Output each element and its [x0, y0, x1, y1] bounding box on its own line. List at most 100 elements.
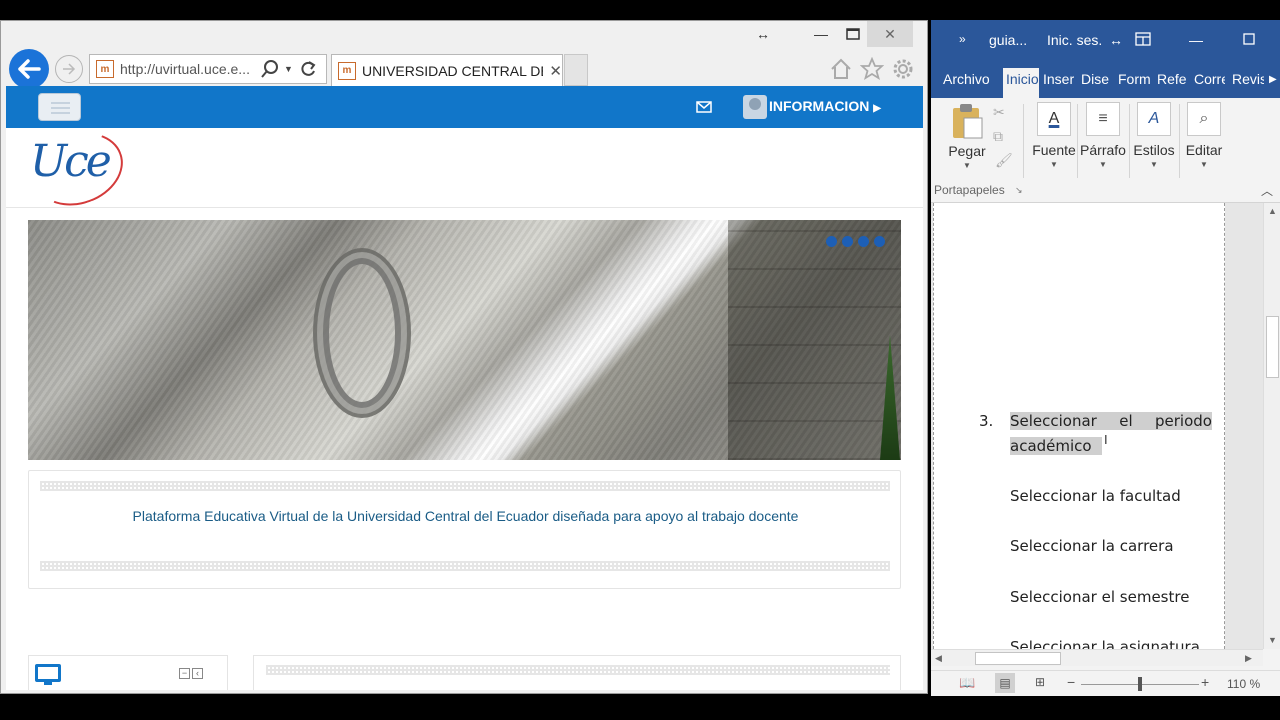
zoom-slider-thumb[interactable]	[1138, 677, 1142, 691]
carousel-dots[interactable]	[826, 236, 885, 247]
zoom-out-button[interactable]: −	[1067, 674, 1075, 690]
styles-label: Estilos	[1133, 142, 1175, 158]
dialog-launcher-icon[interactable]: ↘	[1015, 185, 1023, 196]
mail-icon[interactable]	[696, 100, 712, 116]
platform-tagline: Plataforma Educativa Virtual de la Unive…	[132, 508, 799, 524]
scroll-right-icon[interactable]: ▶	[1245, 653, 1252, 664]
print-layout-icon[interactable]: ▤	[995, 673, 1015, 693]
selected-text-line[interactable]: Seleccionar el periodo	[1010, 412, 1212, 430]
main-block	[253, 655, 901, 690]
hamburger-menu-button[interactable]	[38, 93, 81, 121]
address-bar[interactable]: m http://uvirtual.uce.e... ▼	[89, 54, 327, 84]
carousel-dot[interactable]	[874, 236, 885, 247]
refresh-icon[interactable]	[299, 60, 317, 78]
site-favicon-icon: m	[96, 60, 114, 78]
tab-inicio[interactable]: Inicio	[1003, 68, 1039, 98]
dock-icon[interactable]: ‹	[192, 668, 203, 679]
forward-button[interactable]	[55, 55, 83, 83]
pattern-divider	[266, 665, 890, 675]
format-painter-icon[interactable]: 🖌	[995, 152, 1013, 169]
tab-revisar[interactable]: Revis	[1232, 71, 1264, 87]
copy-icon[interactable]: ⧉	[993, 128, 1003, 145]
tab-correspondencia[interactable]: Corre	[1194, 71, 1225, 87]
cut-icon[interactable]: ✂	[993, 104, 1005, 121]
font-button[interactable]: A Fuente ▼	[1031, 102, 1077, 169]
browser-viewport: INFORMACION ▶ Uce Plataforma Educativa V…	[6, 86, 923, 690]
styles-button[interactable]: A Estilos ▼	[1131, 102, 1177, 169]
minimize-button[interactable]: —	[1189, 32, 1203, 48]
paragraph-button[interactable]: ≡ Párrafo ▼	[1079, 102, 1127, 169]
selected-text-line2[interactable]: académico	[1010, 437, 1102, 455]
scroll-left-icon[interactable]: ◀	[935, 653, 942, 664]
chevron-down-icon: ▼	[1150, 160, 1158, 169]
document-title: guia...	[989, 32, 1028, 48]
status-bar: 📖 ▤ ⊞ − + 110 %	[931, 670, 1280, 696]
horizontal-scroll-thumb[interactable]	[975, 652, 1061, 665]
find-icon: ⌕	[1187, 102, 1221, 136]
resize-icon[interactable]: ↔	[743, 21, 783, 47]
close-button[interactable]: ✕	[867, 21, 913, 47]
web-layout-icon[interactable]: ⊞	[1035, 675, 1045, 689]
university-seal-image	[313, 248, 411, 418]
address-text[interactable]: http://uvirtual.uce.e...	[120, 61, 256, 77]
tab-archivo[interactable]: Archivo	[943, 71, 990, 87]
paragraph-label: Párrafo	[1080, 142, 1126, 158]
carousel-dot[interactable]	[842, 236, 853, 247]
maximize-button[interactable]	[1243, 32, 1255, 48]
vertical-scrollbar[interactable]: ▲ ▼	[1263, 203, 1280, 649]
home-icon[interactable]	[827, 55, 855, 83]
horizontal-scrollbar[interactable]: ◀ ▶	[931, 649, 1263, 666]
tab-formato[interactable]: Form	[1118, 71, 1150, 87]
avatar[interactable]	[743, 95, 767, 119]
pattern-divider	[40, 561, 890, 571]
browser-window: ↔ — ✕ m http://uvirtual.uce.e... ▼ m UNI…	[0, 20, 928, 694]
site-logo[interactable]: Uce	[30, 136, 112, 187]
info-panel: Plataforma Educativa Virtual de la Unive…	[28, 470, 901, 589]
vertical-scroll-thumb[interactable]	[1266, 316, 1279, 378]
zoom-in-button[interactable]: +	[1201, 674, 1209, 690]
document-page[interactable]: 3. Seleccionar el periodo académico I Se…	[933, 203, 1225, 649]
list-number: 3.	[979, 412, 994, 430]
caret-right-icon: ▶	[873, 103, 881, 114]
word-titlebar: » guia... Inic. ses. ↔ —	[931, 20, 1280, 60]
chevron-down-icon: ▼	[1050, 160, 1058, 169]
carousel-dot[interactable]	[826, 236, 837, 247]
text-cursor-icon: I	[1104, 432, 1108, 447]
forward-arrow-icon	[63, 63, 76, 75]
carousel-dot[interactable]	[858, 236, 869, 247]
dropdown-icon[interactable]: ▼	[284, 64, 293, 74]
read-mode-icon[interactable]: 📖	[959, 675, 975, 691]
styles-icon: A	[1137, 102, 1171, 136]
tab-title: UNIVERSIDAD CENTRAL DE...	[361, 62, 544, 79]
info-menu-label: INFORMACION	[769, 98, 870, 114]
scroll-tabs-right-icon[interactable]: ▶	[1269, 74, 1277, 85]
quick-access-icon[interactable]: »	[959, 32, 966, 46]
scroll-down-icon[interactable]: ▼	[1268, 635, 1277, 645]
info-menu[interactable]: INFORMACION ▶	[769, 98, 881, 114]
tab-uce[interactable]: m UNIVERSIDAD CENTRAL DE... ✕	[331, 54, 563, 86]
scroll-up-icon[interactable]: ▲	[1268, 206, 1277, 216]
back-arrow-icon	[18, 59, 41, 79]
tab-referencias[interactable]: Refe	[1157, 71, 1188, 87]
pattern-divider	[40, 481, 890, 491]
monitor-icon	[35, 664, 61, 685]
tab-close-icon[interactable]: ✕	[549, 62, 562, 80]
new-tab-button[interactable]	[564, 54, 588, 86]
edit-button[interactable]: ⌕ Editar ▼	[1181, 102, 1227, 169]
zoom-level[interactable]: 110 %	[1227, 677, 1260, 691]
block-controls: − ‹	[179, 668, 203, 679]
search-icon[interactable]	[260, 59, 280, 79]
ribbon-display-icon[interactable]	[1135, 32, 1151, 49]
favorites-star-icon[interactable]	[858, 55, 886, 83]
settings-gear-icon[interactable]	[889, 55, 917, 83]
collapse-icon[interactable]: −	[179, 668, 190, 679]
paste-button[interactable]: Pegar ▼	[947, 102, 987, 170]
tab-insertar[interactable]: Inser	[1043, 71, 1075, 87]
back-button[interactable]	[9, 49, 49, 89]
resize-icon[interactable]: ↔	[1109, 32, 1123, 48]
sign-in-link[interactable]: Inic. ses.	[1047, 32, 1102, 48]
browser-chrome: ↔ — ✕ m http://uvirtual.uce.e... ▼ m UNI…	[1, 21, 927, 89]
collapse-ribbon-icon[interactable]: ︿	[1261, 182, 1273, 199]
clipboard-icon	[953, 104, 983, 139]
tab-diseno[interactable]: Dise	[1081, 71, 1111, 87]
